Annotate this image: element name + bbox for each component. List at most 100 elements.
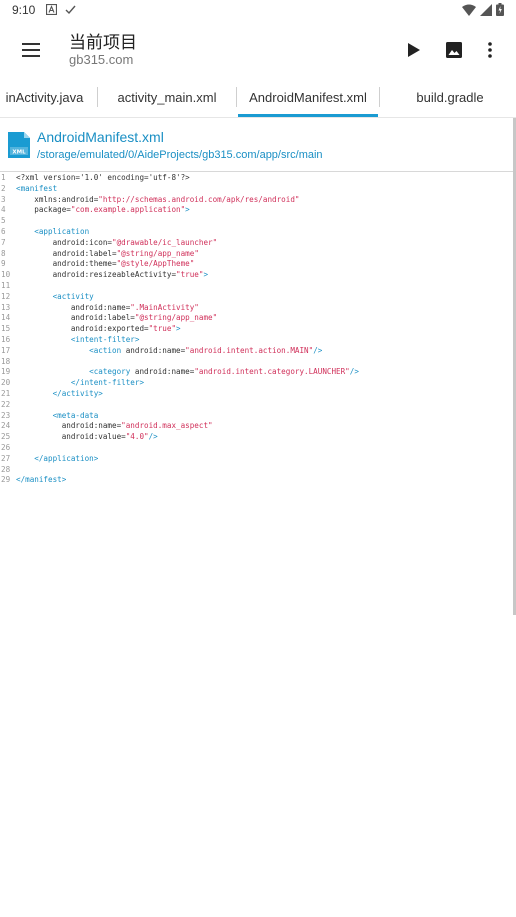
tab-activity-main-xml[interactable]: activity_main.xml xyxy=(98,78,236,116)
line-number: 15 xyxy=(1,324,11,334)
line-number: 20 xyxy=(1,378,11,388)
code-token: package= xyxy=(16,205,71,215)
code-line: 5 xyxy=(0,216,510,227)
tab-build-gradle[interactable]: build.gradle xyxy=(380,78,516,116)
code-token: android:name= xyxy=(125,345,186,355)
code-token: "@drawable/ic_launcher" xyxy=(112,237,218,247)
line-number: 16 xyxy=(1,334,11,344)
menu-button[interactable] xyxy=(16,36,46,64)
line-content: android:label="@string/app_name" xyxy=(16,249,199,260)
line-content: <?xml version='1.0' encoding='utf-8'?> xyxy=(16,173,190,184)
code-token: <action xyxy=(16,345,126,355)
code-token: <intent-filter> xyxy=(16,334,140,344)
code-token: "@string/app_name" xyxy=(116,248,199,258)
line-content: package="com.example.application"> xyxy=(16,205,189,216)
code-line: 2 <manifest xyxy=(0,184,510,195)
code-line: 20 </intent-filter> xyxy=(0,378,510,389)
line-content: xmlns:android="http://schemas.android.co… xyxy=(16,195,299,206)
hamburger-menu-icon xyxy=(22,43,40,57)
line-number: 27 xyxy=(1,453,11,463)
code-line: 19 <category android:name="android.inten… xyxy=(0,367,510,378)
line-number: 22 xyxy=(1,399,11,409)
code-token: android:name= xyxy=(134,367,195,377)
code-token: <application xyxy=(16,226,90,236)
line-number: 7 xyxy=(1,237,6,247)
code-line: 27 </application> xyxy=(0,454,510,465)
line-content: android:name="android.max_aspect" xyxy=(16,421,213,432)
line-number: 25 xyxy=(1,432,11,442)
code-line: 15 android:exported="true"> xyxy=(0,324,510,335)
code-token: android:exported= xyxy=(16,324,149,334)
code-line: 18 xyxy=(0,357,510,368)
code-token: <meta-data xyxy=(16,410,99,420)
code-token: "@string/app_name" xyxy=(134,313,218,323)
notification-a-icon xyxy=(46,4,57,15)
more-options-button[interactable] xyxy=(476,36,504,64)
line-number: 3 xyxy=(1,194,6,204)
line-number: 23 xyxy=(1,410,11,420)
line-number: 13 xyxy=(1,302,11,312)
file-tab-bar: inActivity.java activity_main.xml Androi… xyxy=(0,78,516,118)
code-token: "android.intent.category.LAUNCHER" xyxy=(194,367,350,377)
play-icon xyxy=(408,43,420,57)
file-path: /storage/emulated/0/AideProjects/gb315.c… xyxy=(37,149,323,161)
file-icon-text: XML xyxy=(12,150,26,156)
code-token: </activity> xyxy=(16,388,103,398)
code-token: /> xyxy=(349,367,359,377)
line-number: 11 xyxy=(1,280,11,290)
line-number: 29 xyxy=(1,475,11,485)
tab-androidmanifest-xml[interactable]: AndroidManifest.xml xyxy=(238,78,378,116)
file-name: AndroidManifest.xml xyxy=(37,129,164,145)
code-token: "com.example.application" xyxy=(70,205,186,215)
code-line: 1 <?xml version='1.0' encoding='utf-8'?> xyxy=(0,173,510,184)
line-number: 28 xyxy=(1,464,11,474)
code-line: 7 android:icon="@drawable/ic_launcher" xyxy=(0,238,510,249)
code-editor[interactable]: 1 <?xml version='1.0' encoding='utf-8'?> 2… xyxy=(0,173,510,486)
line-number: 21 xyxy=(1,388,11,398)
code-line: 3 xmlns:android="http://schemas.android.… xyxy=(0,195,510,206)
code-token: android:icon= xyxy=(16,237,113,247)
more-vert-icon xyxy=(488,42,492,58)
line-content: <application xyxy=(16,227,89,238)
line-content: <manifest xyxy=(16,184,57,195)
line-content: <activity xyxy=(16,292,94,303)
code-line: 13 android:name=".MainActivity" xyxy=(0,303,510,314)
line-content: android:exported="true"> xyxy=(16,324,181,335)
code-token: /> xyxy=(148,432,158,442)
line-number: 1 xyxy=(1,173,6,182)
line-content: </activity> xyxy=(16,389,103,400)
status-notification-icons xyxy=(46,4,76,15)
active-tab-indicator xyxy=(238,114,378,117)
run-button[interactable] xyxy=(400,36,428,64)
code-token: </intent-filter> xyxy=(16,378,145,388)
code-line: 25 android:value="4.0"/> xyxy=(0,432,510,443)
tab-divider xyxy=(236,87,237,107)
code-token: "true" xyxy=(148,324,177,334)
code-token: <category xyxy=(16,367,135,377)
line-number: 14 xyxy=(1,313,11,323)
code-line: 17 <action android:name="android.intent.… xyxy=(0,346,510,357)
line-content: android:icon="@drawable/ic_launcher" xyxy=(16,237,218,249)
xml-file-icon: XML xyxy=(8,132,30,158)
code-token: "android.max_aspect" xyxy=(121,421,213,431)
line-number: 8 xyxy=(1,248,6,258)
code-token: "android.intent.action.MAIN" xyxy=(185,345,314,355)
line-number: 2 xyxy=(1,183,6,193)
code-line: 22 xyxy=(0,400,510,411)
code-token: android:resizeableActivity= xyxy=(16,270,177,280)
code-line: 29 </manifest> xyxy=(0,475,510,486)
code-token: </application> xyxy=(16,453,99,463)
code-line: 12 <activity xyxy=(0,292,510,303)
tab-label: inActivity.java xyxy=(5,89,84,105)
code-token: android:value= xyxy=(16,432,126,442)
image-button[interactable] xyxy=(440,36,468,64)
tab-mainactivity-java[interactable]: inActivity.java xyxy=(0,78,92,116)
code-token: android:label= xyxy=(16,313,135,323)
line-number: 12 xyxy=(1,291,11,301)
code-line: 9 android:theme="@style/AppTheme" xyxy=(0,259,510,270)
signal-icon xyxy=(480,3,492,16)
line-content: <intent-filter> xyxy=(16,334,140,346)
code-token: android:label= xyxy=(16,248,117,258)
line-number: 26 xyxy=(1,442,11,452)
code-token: android:name= xyxy=(16,421,122,431)
